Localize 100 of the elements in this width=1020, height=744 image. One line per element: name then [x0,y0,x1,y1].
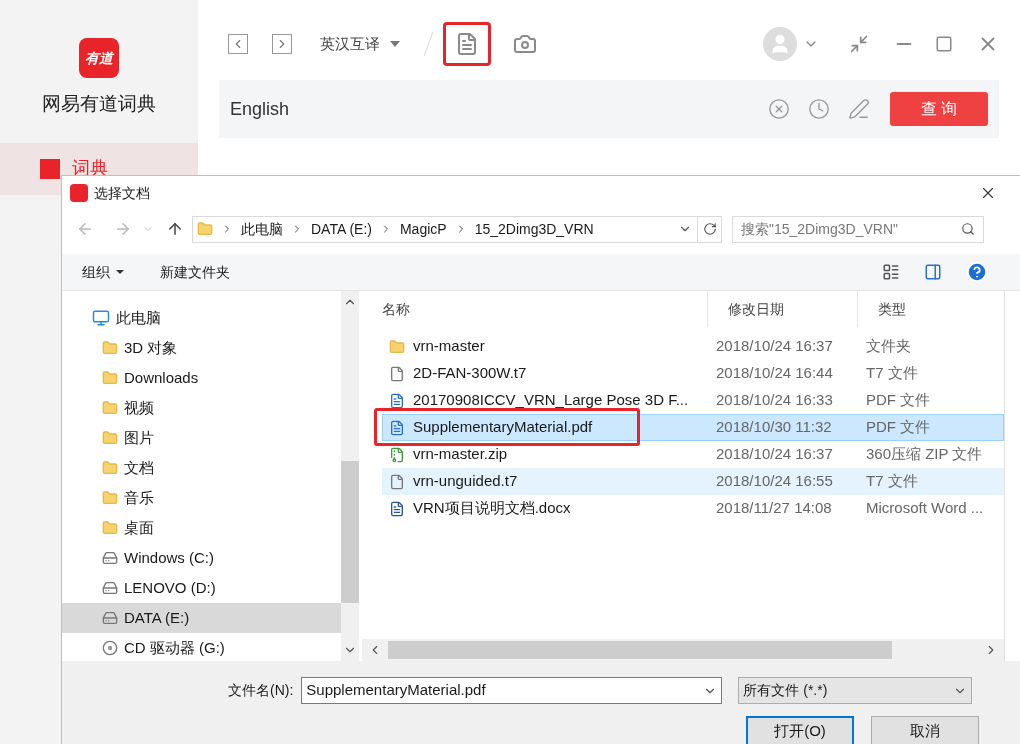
app-icon [70,184,88,202]
scroll-thumb[interactable] [341,461,359,603]
file-row[interactable]: 20170908ICCV_VRN_Large Pose 3D F... 2018/10/24 16:33 PDF 文件 [382,387,1004,414]
file-name: vrn-unguided.t7 [413,471,518,492]
tree-item[interactable]: 音乐 [62,483,341,513]
compact-mode-icon[interactable] [849,34,869,54]
address-bar[interactable]: 此电脑 DATA (E:) MagicP 15_2Dimg3D_VRN [192,215,722,243]
scrollbar[interactable] [341,291,359,661]
document-icon [389,419,405,436]
tree-item[interactable]: 视频 [62,393,341,423]
breadcrumb-item[interactable]: MagicP [399,218,447,240]
search-field[interactable]: 搜索"15_2Dimg3D_VRN" [732,215,984,243]
command-button[interactable]: 新建文件夹 [160,261,230,283]
up-icon[interactable] [166,220,184,238]
help-icon[interactable] [966,261,988,283]
tree-item[interactable]: DATA (E:) [62,603,341,633]
folder-icon [102,520,118,536]
file-name: vrn-master [413,336,485,357]
drive-icon [102,550,118,566]
forward-button[interactable] [272,34,292,54]
folder-icon [102,490,118,506]
file-date: 2018/10/30 11:32 [715,417,833,438]
file-row[interactable]: SupplementaryMaterial.pdf 2018/10/30 11:32 PDF 文件 [382,414,1004,441]
column-header[interactable]: 类型 [858,291,1004,327]
clear-icon[interactable] [768,98,790,120]
back-icon[interactable] [76,220,94,238]
column-header[interactable]: 修改日期 [708,291,858,327]
tree-item[interactable]: Downloads [62,363,341,393]
folder-icon [102,340,118,356]
file-row[interactable]: VRN项目说明文档.docx 2018/11/27 14:08 Microsoft Word ... [382,495,1004,522]
file-row[interactable]: vrn-unguided.t7 2018/10/24 16:55 T7 文件 [382,468,1004,495]
folder-icon [102,370,118,386]
forward-icon[interactable] [114,220,132,238]
document-icon [455,32,479,56]
dialog-button[interactable]: 打开(O) [746,716,854,744]
search-button[interactable]: 查 询 [890,92,988,126]
computer-icon [92,309,110,327]
file-date: 2018/10/24 16:33 [715,390,834,411]
file-icon [389,473,405,490]
file-date: 2018/10/24 16:44 [715,363,834,384]
maximize-icon[interactable] [935,35,953,53]
horizontal-scrollbar[interactable] [362,639,1004,661]
scroll-thumb[interactable] [388,641,892,659]
document-icon [389,392,405,409]
tree-item[interactable]: LENOVO (D:) [62,573,341,603]
file-row[interactable]: 2D-FAN-300W.t7 2018/10/24 16:44 T7 文件 [382,360,1004,387]
command-button[interactable]: 组织 [82,261,124,283]
app-name: 网易有道词典 [42,92,156,116]
folder-icon [102,400,118,416]
breadcrumb-item[interactable]: DATA (E:) [311,218,372,240]
file-name: vrn-master.zip [413,444,508,465]
tree-item[interactable]: 此电脑 [62,303,341,333]
camera-icon [513,32,537,56]
caret-icon [390,41,400,47]
back-button[interactable] [228,34,248,54]
disc-icon [102,640,118,656]
language-dropdown[interactable]: 英汉互译 [320,32,400,56]
file-row[interactable]: vrn-master.zip 2018/10/24 16:37 360压缩 ZIP 文件 [382,441,1004,468]
file-name: VRN项目说明文档.docx [413,498,571,519]
drive-icon [102,580,118,596]
app-logo: 有道 [79,38,119,78]
preview-pane-icon[interactable] [924,263,942,281]
file-type: T7 文件 [865,471,918,492]
breadcrumb-item[interactable]: 15_2Dimg3D_VRN [474,218,594,240]
breadcrumb-item[interactable]: 此电脑 [241,218,283,240]
file-type-dropdown[interactable]: 所有文件 (*.*) [738,677,973,704]
file-name: 2D-FAN-300W.t7 [413,363,527,384]
filename-field[interactable]: SupplementaryMaterial.pdf [301,677,723,704]
caret-icon [116,270,124,274]
refresh-icon[interactable] [702,222,717,236]
view-options-icon[interactable] [882,263,900,281]
tree-item[interactable]: 图片 [62,423,341,453]
folder-icon [197,221,213,237]
search-field[interactable]: English [230,95,768,123]
file-type: 360压缩 ZIP 文件 [865,444,983,465]
file-date: 2018/10/24 16:37 [715,336,834,357]
search-icon [961,222,975,236]
file-date: 2018/10/24 16:55 [715,471,834,492]
folder-icon [102,430,118,446]
file-date: 2018/11/27 14:08 [715,498,833,519]
dialog-button[interactable]: 取消 [871,716,979,744]
folder-icon [389,338,405,355]
file-row[interactable]: vrn-master 2018/10/24 16:37 文件夹 [382,333,1004,360]
file-icon [389,365,405,382]
file-type: PDF 文件 [865,417,931,438]
tree-item[interactable]: 桌面 [62,513,341,543]
column-header[interactable]: 名称 [362,291,708,327]
file-type: PDF 文件 [865,390,931,411]
tree-item[interactable]: 3D 对象 [62,333,341,363]
file-type: 文件夹 [865,336,911,357]
tree-item[interactable]: CD 驱动器 (G:) [62,633,341,661]
tree-item[interactable]: 文档 [62,453,341,483]
pen-icon[interactable] [848,98,870,120]
folder-icon [102,460,118,476]
toolbar-button[interactable] [443,22,491,66]
search-bar[interactable]: English 查 询 [219,80,999,138]
tree-item[interactable]: Windows (C:) [62,543,341,573]
history-icon[interactable] [808,98,830,120]
drive-icon [102,610,118,626]
filename-label: 文件名(N): [228,681,294,700]
